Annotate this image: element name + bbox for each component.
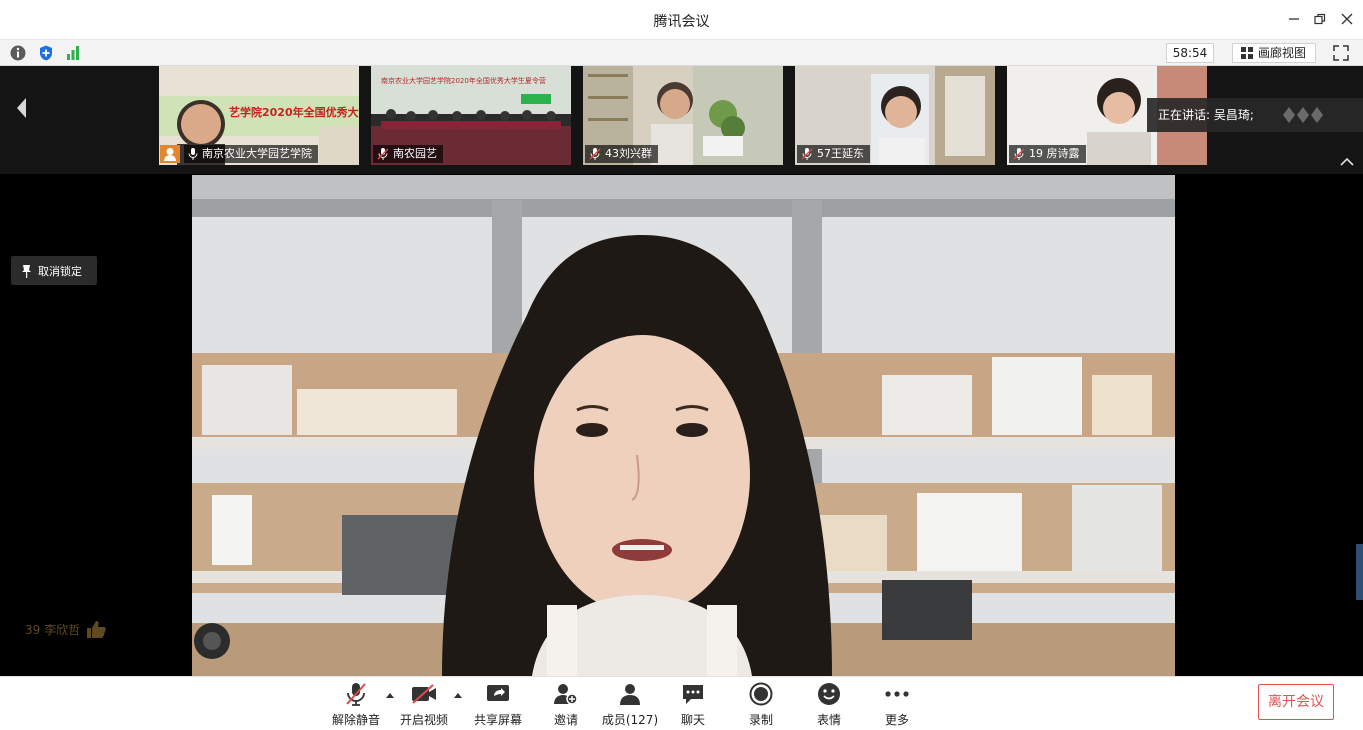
info-icon[interactable]: [9, 44, 27, 62]
leave-meeting-button[interactable]: 离开会议: [1258, 684, 1334, 720]
participant-name: 43刘兴群: [605, 147, 652, 160]
banner-text: 南京农业大学园艺学院2020年全国优秀大学生夏令营: [381, 77, 546, 85]
security-shield-icon[interactable]: [37, 44, 55, 62]
share-screen-label: 共享屏幕: [474, 713, 523, 727]
meeting-timer: 58:54: [1166, 43, 1214, 63]
start-video-label: 开启视频: [400, 713, 449, 727]
participant-tile[interactable]: 艺学院2020年全国优秀大学生 南京农业大学园艺学院: [159, 66, 359, 165]
bottom-toolbar: 解除静音 开启视频 共享屏幕 邀请 成员(127) 聊天 录制 表情 更多 离开…: [0, 676, 1363, 730]
title-bar: 腾讯会议: [0, 0, 1363, 40]
share-screen-icon: [487, 685, 509, 701]
main-speaker-video: [192, 175, 1175, 676]
minimize-button[interactable]: [1283, 8, 1305, 30]
network-signal-icon[interactable]: [64, 44, 82, 62]
unmute-button[interactable]: 解除静音: [332, 681, 381, 729]
chat-label: 聊天: [680, 713, 705, 727]
participant-name: 19 房诗露: [1029, 147, 1080, 160]
participant-tile[interactable]: 43刘兴群: [583, 66, 783, 165]
grid-icon: [1241, 47, 1253, 59]
speaking-text: 正在讲话: 吴昌琦;: [1158, 108, 1254, 122]
record-button[interactable]: 录制: [748, 681, 774, 729]
invite-button[interactable]: 邀请: [553, 681, 579, 729]
microphone-muted-icon: [801, 148, 813, 160]
participant-name: 57王延东: [817, 147, 864, 160]
speaker-video-frame: [192, 175, 1175, 676]
chat-button[interactable]: 聊天: [680, 681, 706, 729]
minimize-icon: [1289, 18, 1299, 20]
microphone-muted-icon: [589, 148, 601, 160]
caret-up-icon[interactable]: [453, 691, 463, 699]
participant-name: 南京农业大学园艺学院: [202, 147, 312, 160]
participant-tile[interactable]: 南京农业大学园艺学院2020年全国优秀大学生夏令营 南农园艺: [371, 66, 571, 165]
participant-name: 南农园艺: [393, 147, 437, 160]
video-camera-off-icon: [412, 684, 436, 704]
emoji-smile-icon: [818, 683, 840, 705]
info-bar: 58:54 画廊视图: [0, 40, 1363, 66]
fullscreen-icon[interactable]: [1332, 44, 1350, 62]
add-user-icon: [554, 684, 578, 705]
gallery-view-button[interactable]: 画廊视图: [1232, 43, 1316, 63]
main-video-area: 取消锁定 39 李欣哲: [0, 174, 1363, 676]
unlock-pin-button[interactable]: 取消锁定: [11, 256, 97, 285]
reaction-name: 39 李欣哲: [25, 622, 81, 637]
close-icon: [1341, 13, 1353, 25]
emoji-button[interactable]: 表情: [816, 681, 842, 729]
chevron-left-icon[interactable]: [14, 96, 30, 120]
microphone-muted-icon: [346, 683, 366, 706]
record-icon: [749, 682, 773, 706]
close-button[interactable]: [1336, 8, 1358, 30]
thumbs-up-icon: [87, 621, 106, 638]
invite-label: 邀请: [553, 713, 578, 727]
banner-text: 艺学院2020年全国优秀大学生: [229, 106, 359, 119]
more-dots-icon: [885, 691, 909, 697]
audio-wave-icon: [1283, 107, 1323, 123]
caret-up-icon[interactable]: [385, 691, 395, 699]
record-label: 录制: [748, 713, 773, 727]
avatar-icon: [160, 145, 180, 163]
microphone-icon: [188, 148, 198, 160]
chevron-up-icon[interactable]: [1340, 156, 1354, 166]
unlock-pin-label: 取消锁定: [38, 264, 82, 278]
microphone-muted-icon: [377, 148, 389, 160]
pin-icon: [22, 264, 31, 278]
members-label: 成员(127): [601, 713, 659, 727]
side-panel-edge[interactable]: [1356, 544, 1363, 600]
window-title: 腾讯会议: [653, 14, 710, 30]
reaction-notice: 39 李欣哲: [25, 620, 106, 638]
share-screen-button[interactable]: 共享屏幕: [474, 681, 523, 729]
restore-icon: [1314, 13, 1326, 25]
start-video-button[interactable]: 开启视频: [400, 681, 449, 729]
participant-strip: 艺学院2020年全国优秀大学生 南京农业大学园艺学院: [0, 66, 1363, 174]
more-button[interactable]: 更多: [884, 681, 910, 729]
members-button[interactable]: 成员(127): [601, 681, 659, 729]
gallery-view-label: 画廊视图: [1258, 46, 1307, 60]
chat-bubble-icon: [683, 685, 703, 704]
more-label: 更多: [884, 713, 909, 727]
members-icon: [620, 684, 640, 705]
microphone-muted-icon: [1013, 148, 1025, 160]
speaking-indicator: 正在讲话: 吴昌琦;: [1147, 98, 1363, 132]
emoji-label: 表情: [816, 713, 841, 727]
restore-button[interactable]: [1309, 8, 1331, 30]
unmute-label: 解除静音: [332, 713, 381, 727]
participant-tile[interactable]: 57王延东: [795, 66, 995, 165]
